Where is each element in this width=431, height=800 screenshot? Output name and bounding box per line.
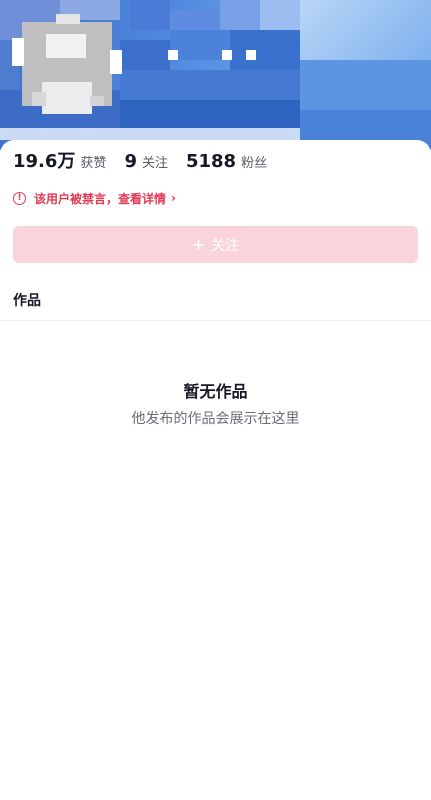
stat-followers-value: 5188 — [185, 151, 237, 172]
stat-likes[interactable]: 19.6万 获赞 — [13, 147, 106, 173]
empty-state-title: 暂无作品 — [183, 382, 248, 401]
avatar[interactable] — [12, 14, 122, 114]
profile-stats: 19.6万 获赞 9 关注 5188 粉丝 — [13, 147, 285, 173]
stat-following-value: 9 — [124, 151, 137, 172]
tab-works[interactable]: 作品 — [13, 290, 41, 310]
ban-notice-link[interactable]: ! 该用户被禁言，查看详情 › — [13, 189, 176, 207]
stat-followers[interactable]: 5188 粉丝 — [186, 151, 267, 172]
stat-following-label: 关注 — [141, 156, 168, 171]
stat-followers-label: 粉丝 — [241, 156, 268, 171]
plus-icon: + — [191, 234, 206, 254]
ban-notice-text: 该用户被禁言，查看详情 — [34, 191, 167, 206]
follow-button[interactable]: + 关注 — [13, 226, 418, 263]
stat-likes-value: 19.6万 — [13, 151, 76, 172]
empty-state-subtitle: 他发布的作品会展示在这里 — [131, 411, 300, 427]
alert-circle-icon: ! — [13, 191, 26, 205]
tab-divider — [0, 320, 431, 321]
stat-likes-label: 获赞 — [80, 156, 107, 171]
stat-following[interactable]: 9 关注 — [124, 151, 168, 172]
follow-button-label: 关注 — [211, 237, 240, 254]
chevron-right-icon: › — [171, 191, 176, 205]
